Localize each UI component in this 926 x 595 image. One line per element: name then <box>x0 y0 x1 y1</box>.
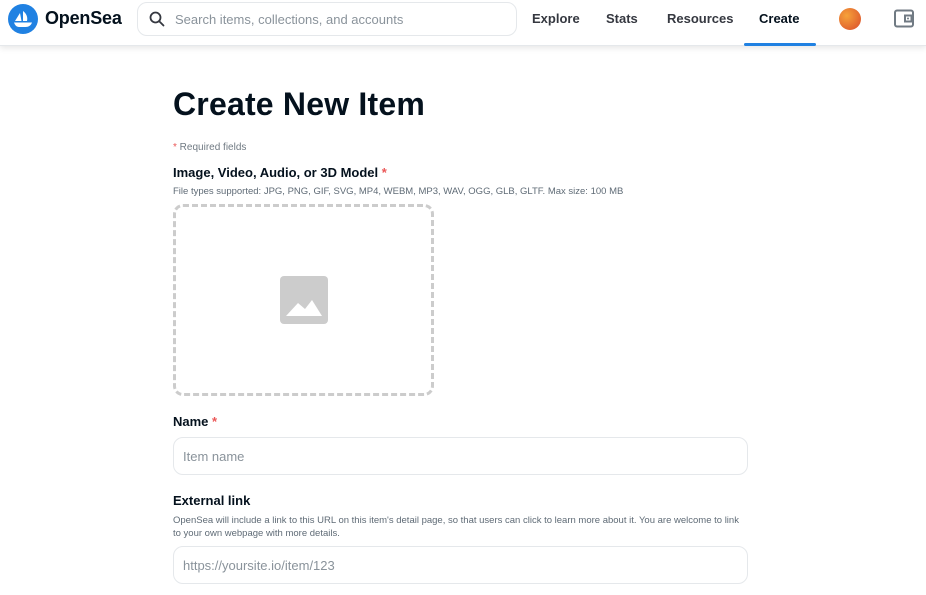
nav-resources[interactable]: Resources <box>667 11 733 26</box>
media-label: Image, Video, Audio, or 3D Model * <box>173 165 387 180</box>
top-navbar: OpenSea Explore Stats Resources Create <box>0 0 926 46</box>
name-label-text: Name <box>173 414 209 429</box>
nav-explore[interactable]: Explore <box>532 11 580 26</box>
media-upload-dropzone[interactable] <box>173 204 434 396</box>
external-link-helper-text: OpenSea will include a link to this URL … <box>173 515 739 539</box>
wallet-icon[interactable] <box>894 9 914 28</box>
media-helper-text: File types supported: JPG, PNG, GIF, SVG… <box>173 186 624 197</box>
opensea-logo[interactable]: OpenSea <box>8 3 122 34</box>
required-star: * <box>381 165 387 180</box>
search-input[interactable] <box>175 11 495 27</box>
brand-name: OpenSea <box>45 8 122 28</box>
nav-stats[interactable]: Stats <box>606 11 638 26</box>
avatar[interactable] <box>839 8 861 30</box>
opensea-logo-icon <box>8 3 38 34</box>
active-tab-indicator <box>744 43 816 46</box>
required-note-text: Required fields <box>176 142 247 153</box>
name-input[interactable] <box>173 437 748 475</box>
image-icon <box>279 276 328 324</box>
search-icon <box>149 11 165 27</box>
name-label: Name * <box>173 414 217 429</box>
search-bar[interactable] <box>137 2 517 36</box>
nav-create[interactable]: Create <box>759 11 799 26</box>
media-label-text: Image, Video, Audio, or 3D Model <box>173 165 379 180</box>
required-star: * <box>212 414 218 429</box>
page-title: Create New Item <box>173 86 425 122</box>
external-link-label: External link <box>173 493 251 508</box>
external-link-input[interactable] <box>173 546 748 584</box>
required-fields-note: * Required fields <box>173 142 246 153</box>
